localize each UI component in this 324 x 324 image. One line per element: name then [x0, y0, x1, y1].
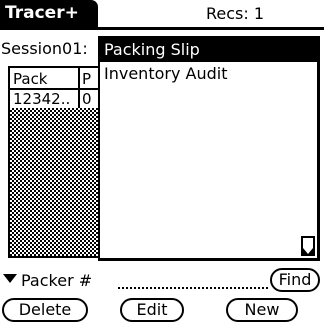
new-button[interactable]: New — [226, 298, 298, 322]
packer-input[interactable] — [118, 287, 268, 289]
dropdown-triangle-icon[interactable] — [3, 274, 17, 284]
form-type-popup-list[interactable]: Packing Slip Inventory Audit — [98, 36, 320, 261]
cell-pack: 12342.. — [13, 90, 71, 108]
edit-button[interactable]: Edit — [120, 298, 184, 322]
scroll-down-icon[interactable] — [301, 236, 315, 256]
app-title[interactable]: Tracer+ — [0, 0, 98, 27]
find-button[interactable]: Find — [270, 268, 320, 292]
popup-item-inventory-audit[interactable]: Inventory Audit — [100, 62, 317, 86]
packer-label: Packer # — [21, 271, 93, 290]
popup-item-packing-slip[interactable]: Packing Slip — [100, 38, 317, 62]
session-label: Session01: — [1, 39, 88, 58]
column-header-pack[interactable]: Pack.. — [13, 69, 49, 89]
title-underline — [0, 27, 324, 30]
delete-button[interactable]: Delete — [2, 298, 88, 322]
record-count: Recs: 1 — [206, 4, 265, 23]
